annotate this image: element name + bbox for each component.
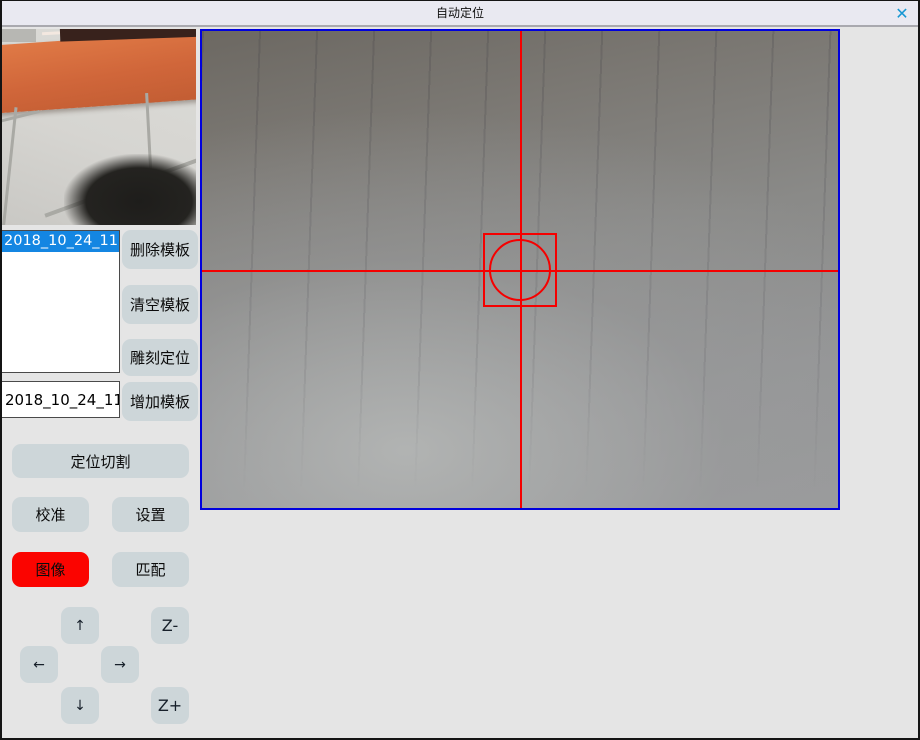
close-button[interactable]: ✕ (890, 2, 914, 25)
thumb-orange-plank (2, 30, 196, 114)
match-button[interactable]: 匹配 (112, 552, 189, 587)
settings-button[interactable]: 设置 (112, 497, 189, 532)
arrow-right-icon: → (114, 657, 126, 673)
engrave-position-button[interactable]: 雕刻定位 (122, 339, 198, 376)
close-icon: ✕ (895, 4, 908, 23)
camera-view[interactable] (200, 29, 840, 510)
jog-z-minus-button[interactable]: Z- (151, 607, 189, 644)
thumb-grout-line (2, 107, 18, 225)
thumb-tile-corner (2, 29, 36, 42)
calibrate-button[interactable]: 校准 (12, 497, 89, 532)
arrow-left-icon: ← (33, 657, 45, 673)
auto-position-dialog: 自动定位 ✕ 2018_10_24_11 删除模板 清空模板 雕刻定位 增加模板… (0, 0, 920, 740)
jog-up-button[interactable]: ↑ (61, 607, 99, 644)
arrow-down-icon: ↓ (74, 698, 86, 714)
template-list[interactable]: 2018_10_24_11 (1, 230, 120, 373)
position-cut-button[interactable]: 定位切割 (12, 444, 189, 478)
arrow-up-icon: ↑ (74, 618, 86, 634)
titlebar: 自动定位 ✕ (0, 0, 920, 27)
jog-left-button[interactable]: ← (20, 646, 58, 683)
clear-templates-button[interactable]: 清空模板 (122, 285, 198, 324)
jog-right-button[interactable]: → (101, 646, 139, 683)
template-name-input[interactable] (1, 381, 120, 418)
jog-down-button[interactable]: ↓ (61, 687, 99, 724)
jog-z-plus-button[interactable]: Z+ (151, 687, 189, 724)
roi-circle (489, 239, 551, 301)
thumb-dark-object (64, 154, 196, 225)
delete-template-button[interactable]: 删除模板 (122, 230, 198, 269)
image-button-active[interactable]: 图像 (12, 552, 89, 587)
add-template-button[interactable]: 增加模板 (122, 382, 198, 421)
template-list-item-selected[interactable]: 2018_10_24_11 (2, 231, 119, 252)
page-title: 自动定位 (0, 0, 920, 27)
template-thumbnail (2, 29, 196, 225)
